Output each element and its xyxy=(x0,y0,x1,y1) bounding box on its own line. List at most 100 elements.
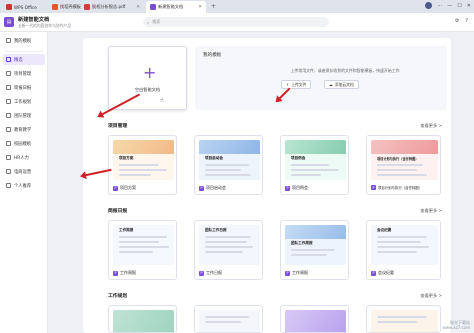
sidebar-item-hr[interactable]: HR人力 xyxy=(3,152,45,163)
sidebar-item-label: 简报日报 xyxy=(14,85,32,91)
calendar-icon xyxy=(6,99,11,104)
more-icon[interactable]: ⋯ xyxy=(437,3,442,9)
template-card[interactable]: 工作周报 P 工作周报 xyxy=(108,220,177,280)
card-thumbnail: 会议纪要 xyxy=(371,225,438,265)
sidebar-item-label: 电商运营 xyxy=(14,169,32,175)
thumb-line xyxy=(377,251,417,253)
pdf-icon xyxy=(84,4,90,10)
sidebar-item-ecommerce[interactable]: 电商运营 xyxy=(3,166,45,177)
minimize-button[interactable]: — xyxy=(447,3,452,9)
folder-icon xyxy=(6,38,11,43)
sidebar-divider xyxy=(5,51,43,52)
thumb-line xyxy=(291,174,321,176)
new-tab-button[interactable]: + xyxy=(211,3,216,10)
card-name: 工作周报 xyxy=(120,270,136,275)
sidebar-item-campus[interactable]: 校园模板 xyxy=(3,138,45,149)
template-card[interactable]: 会议纪要 P 会议纪要 xyxy=(366,220,441,280)
sidebar-item-team[interactable]: 团队管理 xyxy=(3,110,45,121)
thumb-header xyxy=(285,225,346,239)
sidebar-item-my-templates[interactable]: 我的模板 xyxy=(3,35,45,46)
window-controls: ⋯ — ☐ ✕ xyxy=(425,2,471,9)
template-card[interactable]: 项目启动会 P 项目启动会 xyxy=(194,135,263,195)
upload-file-label: 上传文件 xyxy=(291,81,307,87)
thumb-line xyxy=(205,241,247,243)
add-cloud-doc-button[interactable]: ☁ 添加云文档 xyxy=(324,80,359,89)
smart-doc-icon: P xyxy=(371,185,376,190)
settings-icon[interactable]: ⚙ xyxy=(455,18,459,24)
tab-pdf[interactable]: 股权分析报告.pdf ✕ xyxy=(80,1,144,13)
my-templates-panel: 我的模板 上传常用文件，或者保存收到的文件和智能模板，快速开始工作 ⇪ 上传文件… xyxy=(195,46,447,110)
thumb-line xyxy=(291,164,329,166)
sidebar-item-label: 工作规划 xyxy=(14,99,32,105)
smart-doc-icon: P xyxy=(285,185,290,191)
section-more-reports[interactable]: 查看更多 > xyxy=(420,208,442,214)
section-more-planning[interactable]: 查看更多 > xyxy=(420,293,442,299)
template-card[interactable] xyxy=(108,305,177,333)
card-name: 工作周报 xyxy=(292,270,308,275)
cart-icon xyxy=(6,169,11,174)
thumb-line xyxy=(205,246,253,248)
template-card[interactable]: 团队工作周报 P 工作周报 xyxy=(280,220,349,280)
smart-doc-icon: P xyxy=(285,270,290,276)
template-card[interactable]: 项目方案 P 项目方案 xyxy=(108,135,177,195)
user-avatar[interactable] xyxy=(425,2,433,9)
card-footer: P 会议纪要 xyxy=(371,270,394,276)
new-doc-label: 空白智能文档 xyxy=(134,87,161,92)
sidebar-item-label: 校园模板 xyxy=(14,141,32,147)
sidebar-item-label: 项目管理 xyxy=(14,71,32,77)
template-card[interactable]: 团队工作日报 P 工作日报 xyxy=(194,220,263,280)
close-tab-icon[interactable]: ✕ xyxy=(198,5,202,10)
sidebar-item-featured[interactable]: 精选 xyxy=(3,54,45,65)
card-name: 项目方案 xyxy=(120,185,136,190)
sidebar-item-education[interactable]: 教育教学 xyxy=(3,124,45,135)
thumb-line xyxy=(291,254,327,256)
tab-wps-office[interactable]: WPS Office xyxy=(2,1,48,13)
thumb-header xyxy=(285,310,346,332)
sidebar-item-label: 我的模板 xyxy=(14,38,32,44)
thumb-line xyxy=(291,169,339,171)
template-card[interactable]: 项目计划与执行（含甘特图） P 项目计划与执行（含甘特图） xyxy=(366,135,441,195)
sidebar: 我的模板 精选 项目管理 简报日报 工作规划 团队管理 教育教学 校园模板 HR… xyxy=(0,32,48,333)
card-footer: P 项目方案 xyxy=(113,185,136,191)
plus-icon: + xyxy=(143,63,157,82)
template-card[interactable] xyxy=(366,305,441,333)
wps-logo-icon xyxy=(6,4,12,10)
template-card[interactable] xyxy=(194,305,263,333)
card-thumbnail: 团队工作周报 xyxy=(285,225,346,265)
close-tab-icon[interactable]: ✕ xyxy=(136,5,140,10)
sidebar-item-personal[interactable]: 个人推荐 xyxy=(3,180,45,191)
tab-label: WPS Office xyxy=(14,4,37,10)
thumb-title: 团队工作日报 xyxy=(205,228,227,232)
search-input[interactable]: ⌕ 搜索 xyxy=(143,17,329,27)
section-title-project: 项目管理 xyxy=(108,124,128,129)
template-card[interactable]: 项目例会 P 项目例会 xyxy=(280,135,349,195)
thumb-title: 会议纪要 xyxy=(377,228,392,232)
thumb-title: 工作周报 xyxy=(119,228,134,232)
new-blank-doc-card[interactable]: + 空白智能文档 ☝ xyxy=(108,46,187,110)
cloud-icon: ☁ xyxy=(329,82,333,87)
thumb-line xyxy=(205,236,251,238)
add-cloud-doc-label: 添加云文档 xyxy=(334,81,354,87)
card-name: 项目计划与执行（含甘特图） xyxy=(378,186,423,190)
tab-label: 新建智能文档 xyxy=(158,4,184,9)
card-thumbnail xyxy=(285,310,346,332)
sidebar-item-label: 教育教学 xyxy=(14,127,32,133)
school-icon xyxy=(6,141,11,146)
section-more-project[interactable]: 查看更多 > xyxy=(420,123,442,129)
thumb-line xyxy=(377,316,427,318)
sidebar-item-reports[interactable]: 简报日报 xyxy=(3,82,45,93)
header-actions: ⚙ ? xyxy=(455,18,468,24)
maximize-button[interactable]: ☐ xyxy=(457,3,461,9)
sidebar-item-project[interactable]: 项目管理 xyxy=(3,68,45,79)
sidebar-item-planning[interactable]: 工作规划 xyxy=(3,96,45,107)
thumb-line xyxy=(119,251,153,253)
thumb-line xyxy=(291,249,335,251)
tab-smart-doc[interactable]: 新建智能文档 ✕ xyxy=(146,1,206,13)
template-card[interactable] xyxy=(280,305,349,333)
docer-icon xyxy=(52,4,58,10)
close-window-button[interactable]: ✕ xyxy=(467,3,471,9)
help-icon[interactable]: ? xyxy=(465,18,468,24)
watermark-line2: www.xz7.com xyxy=(442,325,470,331)
upload-file-button[interactable]: ⇪ 上传文件 xyxy=(281,80,312,89)
watermark: 极光下载站 www.xz7.com xyxy=(442,321,470,331)
